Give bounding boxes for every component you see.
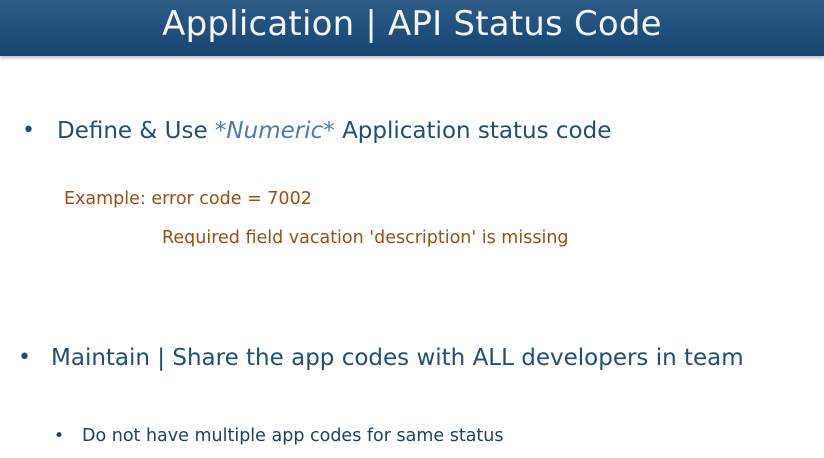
bullet-define-numeric-codes: Define & Use *Numeric* Application statu… xyxy=(57,115,611,147)
bullet-icon: • xyxy=(22,118,35,143)
example-error-message: Required field vacation 'description' is… xyxy=(162,228,569,248)
sub-bullet-no-duplicate-codes: Do not have multiple app codes for same … xyxy=(82,426,504,446)
bullet-suffix: Application status code xyxy=(334,118,612,144)
bullet-prefix: Define & Use xyxy=(57,118,215,144)
title-bar: Application | API Status Code xyxy=(0,0,824,56)
slide-title: Application | API Status Code xyxy=(162,4,662,44)
sub-bullet-icon: • xyxy=(54,426,65,446)
bullet-share-app-codes: Maintain | Share the app codes with ALL … xyxy=(51,345,744,371)
example-error-code: Example: error code = 7002 xyxy=(64,189,312,209)
numeric-emphasis: *Numeric* xyxy=(214,118,335,144)
bullet-icon: • xyxy=(18,345,31,370)
